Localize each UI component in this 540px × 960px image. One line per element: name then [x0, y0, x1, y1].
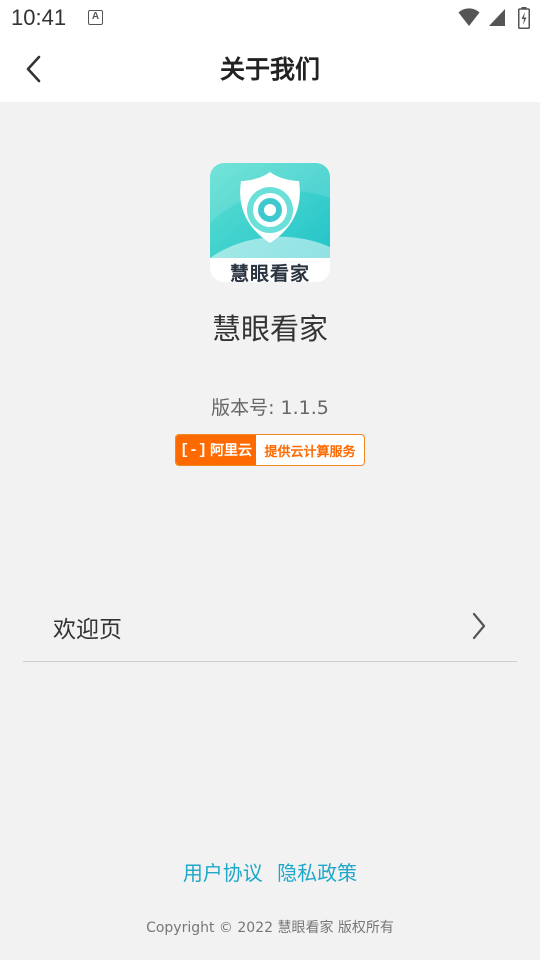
page-title: 关于我们 — [219, 55, 320, 84]
aliyun-service-text: 提供云计算服务 — [264, 444, 356, 460]
status-time: 10:41 — [11, 5, 67, 30]
welcome-page-row[interactable]: 欢迎页 — [23, 588, 517, 662]
status-bar: 10:41 A — [0, 0, 540, 36]
version-number: 版本号: 1.1.5 — [211, 397, 329, 419]
welcome-page-label: 欢迎页 — [53, 617, 122, 643]
battery-charging-icon — [518, 7, 530, 29]
app-logo: 慧眼看家 — [210, 163, 330, 282]
chevron-right-icon — [472, 612, 486, 640]
app-bar: 关于我们 — [0, 36, 540, 102]
user-agreement-link[interactable]: 用户协议 — [183, 857, 263, 886]
wifi-icon — [458, 8, 480, 26]
cellular-signal-icon — [489, 9, 505, 26]
aliyun-brand: 阿里云 — [210, 443, 252, 459]
app-name: 慧眼看家 — [211, 312, 328, 346]
copyright-text: Copyright © 2022 慧眼看家 版权所有 — [146, 920, 394, 936]
privacy-policy-link[interactable]: 隐私政策 — [277, 857, 357, 886]
aliyun-logo-icon: [-] — [179, 441, 207, 459]
notification-icon: A — [88, 10, 103, 25]
logo-text: 慧眼看家 — [229, 263, 310, 282]
aliyun-logo: [-] 阿里云 — [176, 435, 256, 465]
footer-links: 用户协议 隐私政策 — [0, 857, 540, 886]
aliyun-badge: [-] 阿里云 提供云计算服务 — [175, 434, 365, 466]
